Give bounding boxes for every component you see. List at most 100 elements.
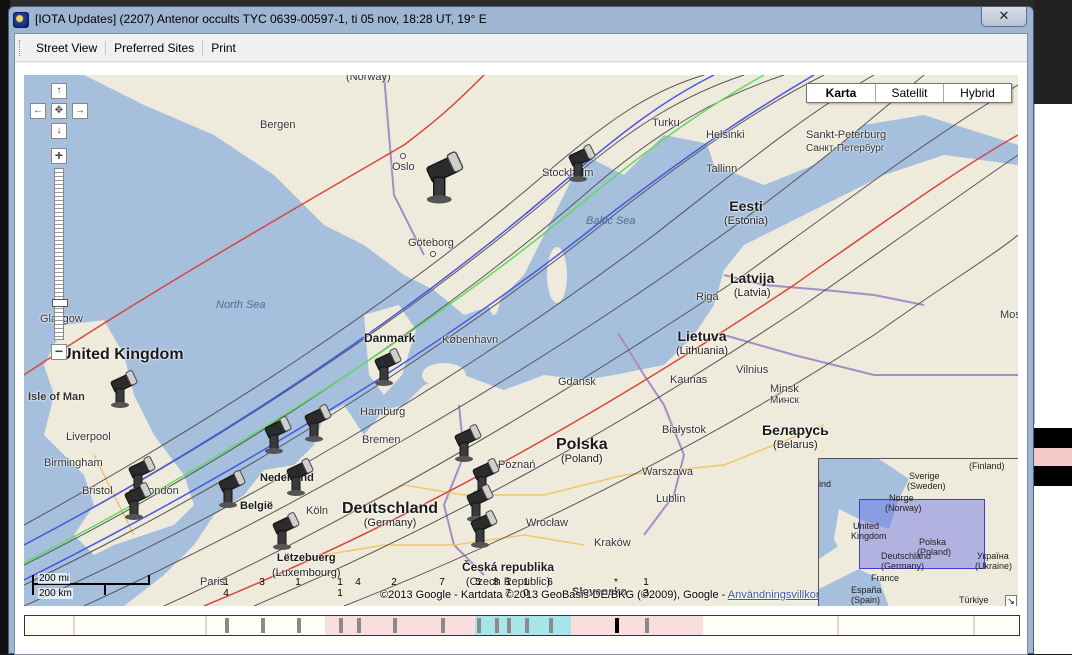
street-view-button[interactable]: Street View	[28, 40, 107, 55]
country-name: Беларусь	[762, 422, 829, 438]
zoom-in-button[interactable]: +	[51, 148, 67, 164]
water-label: North Sea	[216, 299, 266, 311]
timeline-observer-tick[interactable]	[525, 618, 529, 633]
timeline-observer-tick[interactable]	[339, 618, 343, 633]
country-label-latvia: Latvija (Latvia)	[730, 271, 774, 301]
window-client-area: Street View Preferred Sites Print (Norwa…	[14, 33, 1028, 655]
observer-telescope-icon[interactable]	[420, 147, 464, 205]
telescope-icon	[374, 348, 402, 386]
timeline-observer-tick[interactable]	[645, 618, 649, 633]
timeline-label: 1	[223, 577, 229, 588]
timeline-observer-tick[interactable]	[393, 618, 397, 633]
background-strip	[1034, 428, 1072, 448]
timeline-observer-tick[interactable]	[441, 618, 445, 633]
timeline-band	[837, 616, 839, 635]
overview-label: (Finland)	[969, 461, 1005, 471]
country-subname: (Germany)	[363, 517, 417, 529]
map-type-hybrid-button[interactable]: Hybrid	[943, 84, 1011, 102]
timeline-observer-tick[interactable]	[507, 618, 511, 633]
map-label: Białystok	[662, 424, 707, 436]
timeline-label: 1	[505, 577, 511, 588]
observer-telescope-icon[interactable]	[564, 141, 596, 183]
map-label: Warszawa	[642, 466, 693, 478]
zoom-slider-handle[interactable]	[52, 299, 68, 307]
timeline-band	[973, 616, 975, 635]
country-subname: (Belarus)	[773, 439, 818, 451]
telescope-icon	[426, 151, 464, 204]
timeline-observer-tick[interactable]	[357, 618, 361, 633]
timeline-observer-tick[interactable]	[477, 618, 481, 633]
observer-telescope-icon[interactable]	[466, 507, 498, 549]
timeline-observer-tick[interactable]	[297, 618, 301, 633]
timeline-label: 1	[523, 577, 529, 588]
timeline-label: 3	[259, 577, 265, 588]
map-type-satellit-button[interactable]: Satellit	[875, 84, 943, 102]
timeline-label: *	[614, 577, 618, 588]
event-timeline[interactable]	[24, 615, 1020, 636]
overview-label: (Sweden)	[907, 481, 946, 491]
timeline-label: 7	[505, 588, 511, 596]
pan-down-icon[interactable]: ↓	[51, 123, 67, 139]
overview-label: Deutschland	[881, 551, 932, 561]
timeline-label: 7	[439, 577, 445, 588]
timeline-observer-tick[interactable]	[549, 618, 553, 633]
country-name: Latvija	[730, 270, 775, 286]
background-strip	[1034, 104, 1072, 424]
timeline-label: 3	[643, 588, 649, 596]
toolbar-grip-icon	[19, 39, 22, 56]
map-label: Isle of Man	[28, 391, 85, 403]
map-label: Санкт-Петербург	[806, 143, 885, 154]
print-button[interactable]: Print	[203, 41, 244, 55]
timeline-label: 1	[337, 577, 343, 588]
app-icon	[13, 12, 29, 28]
preferred-sites-button[interactable]: Preferred Sites	[106, 40, 204, 55]
map-label: Birmingham	[44, 457, 103, 469]
terms-of-use-link[interactable]: Användningsvillkor	[728, 589, 820, 601]
observer-telescope-icon[interactable]	[300, 401, 332, 443]
pan-up-icon[interactable]: ↑	[51, 83, 67, 99]
observer-telescope-icon[interactable]	[268, 509, 300, 551]
background-strip	[1034, 466, 1072, 486]
overview-map[interactable]: Sverige (Sweden) (Finland) Norge (Norway…	[818, 458, 1018, 606]
telescope-icon	[124, 482, 152, 520]
pan-right-icon[interactable]: →	[72, 103, 88, 119]
map-type-control: Karta Satellit Hybrid	[806, 83, 1012, 103]
observer-telescope-icon[interactable]	[214, 467, 246, 509]
timeline-observer-tick[interactable]	[261, 618, 265, 633]
observer-telescope-icon[interactable]	[106, 367, 138, 409]
toolbar: Street View Preferred Sites Print	[15, 34, 1027, 62]
copyright-text: ©2013 Google - Kartdata ©2013 GeoBasis-D…	[380, 589, 728, 601]
observer-telescope-icon[interactable]	[120, 479, 152, 521]
title-bar[interactable]: [IOTA Updates] (2207) Antenor occults TY…	[9, 7, 1033, 33]
map-label: Helsinki	[706, 129, 745, 141]
observer-telescope-icon[interactable]	[260, 413, 292, 455]
pan-center-icon[interactable]: ✥	[51, 103, 67, 119]
map-label: Wrocław	[526, 517, 568, 529]
observer-telescope-icon[interactable]	[370, 345, 402, 387]
timeline-label: 4	[223, 588, 229, 596]
observer-telescope-icon[interactable]	[282, 455, 314, 497]
map-label: Lublin	[656, 493, 686, 505]
timeline-current-tick[interactable]	[615, 618, 619, 633]
map-type-karta-button[interactable]: Karta	[807, 84, 875, 102]
country-name: Deutschland	[342, 500, 439, 517]
map-copyright: ©2013 Google - Kartdata ©2013 GeoBasis-D…	[380, 589, 820, 601]
timeline-label: 1	[337, 588, 343, 596]
country-subname: (Lithuania)	[676, 345, 728, 357]
zoom-slider-track[interactable]	[52, 168, 68, 340]
pan-left-icon[interactable]: ←	[30, 103, 46, 119]
telescope-icon	[218, 470, 246, 508]
google-map[interactable]: (Norway) Bergen Oslo Stockholm Göteborg …	[24, 75, 1018, 606]
telescope-icon	[272, 512, 300, 550]
timeline-label: 0	[523, 588, 529, 596]
zoom-out-button[interactable]: −	[51, 344, 67, 360]
timeline-observer-tick[interactable]	[495, 618, 499, 633]
timeline-band-highlight	[475, 616, 571, 635]
overview-toggle-icon[interactable]: ↘	[1005, 595, 1017, 606]
country-subname: (Luxembourg)	[272, 567, 341, 579]
overview-label: Polska	[919, 537, 947, 547]
close-button[interactable]: ✕	[981, 7, 1027, 27]
timeline-observer-tick[interactable]	[225, 618, 229, 633]
timeline-label: 8	[493, 577, 499, 588]
telescope-icon	[264, 416, 292, 454]
